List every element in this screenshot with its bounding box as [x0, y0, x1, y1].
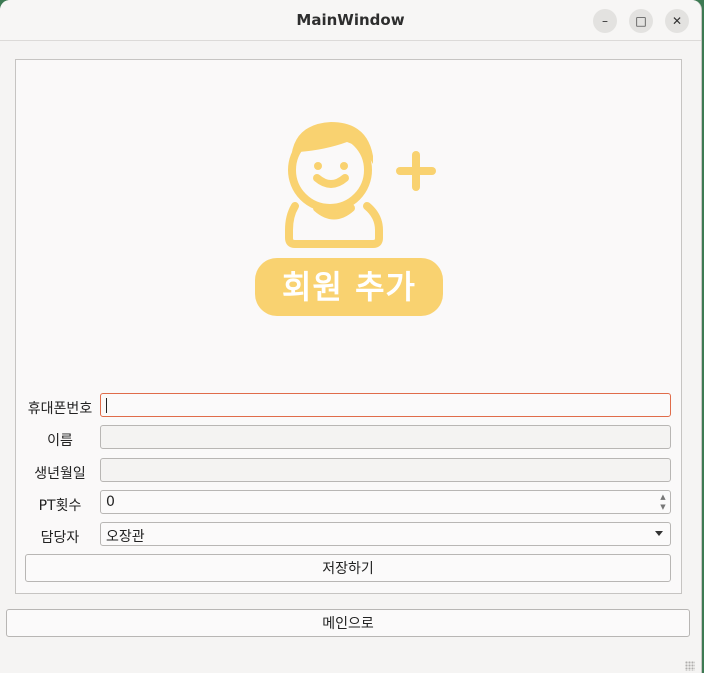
add-member-label: 회원 추가	[282, 268, 416, 306]
resize-grip-icon[interactable]	[685, 661, 695, 671]
minimize-button[interactable]: –	[593, 9, 617, 33]
add-member-hero: 회원 추가	[255, 98, 450, 318]
trainer-select[interactable]: 오장관	[100, 522, 671, 546]
minimize-icon: –	[602, 14, 608, 28]
save-button[interactable]: 저장하기	[25, 554, 671, 582]
back-to-main-label: 메인으로	[322, 616, 374, 632]
spin-arrows[interactable]: ▲ ▼	[657, 492, 669, 513]
birthdate-input[interactable]	[100, 458, 671, 482]
main-window: MainWindow – □ ✕ 회원 추가 휴대폰번호 이름 생년월일 PT횟…	[0, 0, 702, 673]
maximize-button[interactable]: □	[629, 9, 653, 33]
chevron-down-icon	[655, 531, 663, 536]
phone-input[interactable]	[100, 393, 671, 417]
birthdate-label: 생년월일	[34, 466, 86, 482]
name-label: 이름	[47, 433, 73, 449]
pt-count-label: PT횟수	[38, 498, 82, 514]
maximize-icon: □	[635, 14, 647, 28]
close-icon: ✕	[671, 14, 683, 28]
save-button-label: 저장하기	[322, 561, 374, 577]
trainer-selected-value: 오장관	[106, 529, 145, 545]
name-input[interactable]	[100, 425, 671, 449]
trainer-label: 담당자	[40, 530, 80, 546]
phone-label: 휴대폰번호	[27, 401, 93, 417]
spin-down-icon[interactable]: ▼	[657, 502, 669, 512]
back-to-main-button[interactable]: 메인으로	[6, 609, 690, 637]
spin-up-icon[interactable]: ▲	[657, 492, 669, 502]
close-button[interactable]: ✕	[665, 9, 689, 33]
text-caret	[106, 398, 107, 413]
title-bar: MainWindow – □ ✕	[0, 0, 701, 41]
pt-count-spinbox[interactable]: 0 ▲ ▼	[100, 490, 671, 514]
pt-count-value: 0	[106, 494, 115, 510]
